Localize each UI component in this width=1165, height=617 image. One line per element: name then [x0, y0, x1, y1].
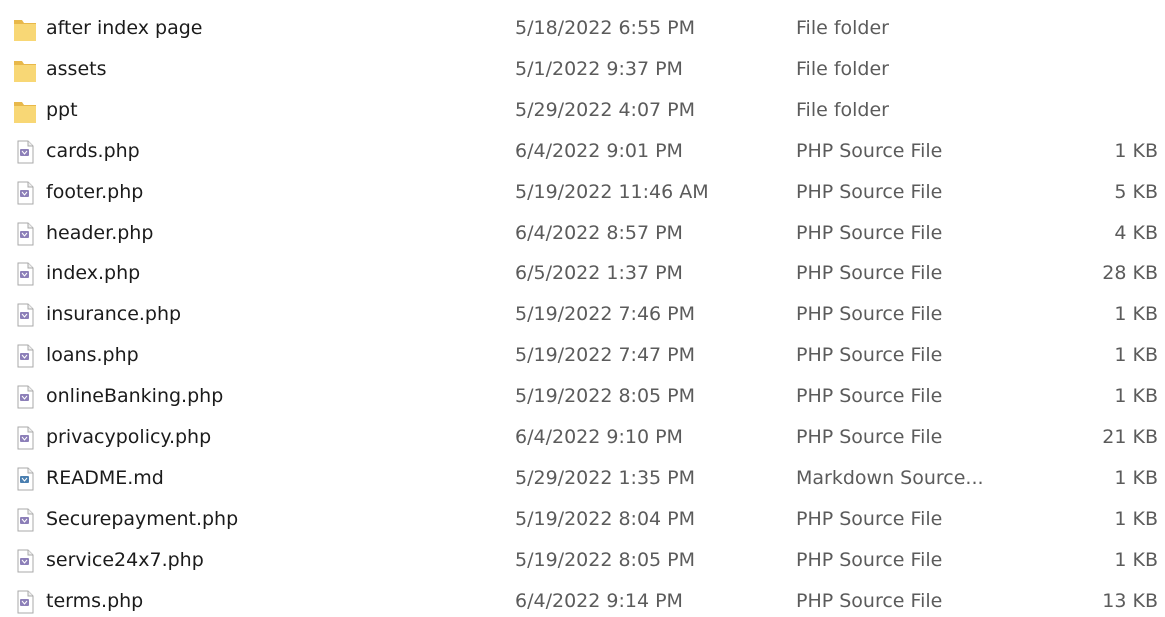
file-size: 1 KB — [1114, 140, 1158, 162]
file-row[interactable]: privacypolicy.php 6/4/2022 9:10 PM PHP Sou… — [0, 418, 1165, 459]
php-file-icon — [13, 548, 37, 574]
file-row[interactable]: footer.php 5/19/2022 11:46 AM PHP Source F… — [0, 173, 1165, 214]
file-row[interactable]: terms.php 6/4/2022 9:14 PM PHP Source File… — [0, 582, 1165, 617]
markdown-file-icon — [13, 466, 37, 492]
file-type: PHP Source File — [796, 385, 943, 407]
file-date-modified: 5/19/2022 8:04 PM — [515, 508, 696, 530]
php-file-icon — [13, 589, 37, 615]
file-date-modified: 6/4/2022 9:10 PM — [515, 426, 683, 448]
file-date-modified: 6/4/2022 9:14 PM — [515, 590, 683, 612]
file-name: Securepayment.php — [46, 508, 239, 530]
php-file-icon — [13, 221, 37, 247]
file-name: onlineBanking.php — [46, 385, 224, 407]
folder-icon — [13, 98, 37, 124]
file-date-modified: 5/19/2022 11:46 AM — [515, 181, 709, 203]
file-row[interactable]: header.php 6/4/2022 8:57 PM PHP Source Fil… — [0, 214, 1165, 255]
php-file-icon — [13, 384, 37, 410]
file-size: 21 KB — [1102, 426, 1158, 448]
file-date-modified: 5/19/2022 7:46 PM — [515, 303, 696, 325]
file-row[interactable]: insurance.php 5/19/2022 7:46 PM PHP Source… — [0, 295, 1165, 336]
file-size: 1 KB — [1114, 344, 1158, 366]
file-row[interactable]: service24x7.php 5/19/2022 8:05 PM PHP Sour… — [0, 541, 1165, 582]
php-file-icon — [13, 425, 37, 451]
file-date-modified: 5/29/2022 1:35 PM — [515, 467, 696, 489]
file-date-modified: 6/4/2022 8:57 PM — [515, 222, 683, 244]
file-row[interactable]: onlineBanking.php 5/19/2022 8:05 PM PHP So… — [0, 377, 1165, 418]
file-name: index.php — [46, 262, 141, 284]
file-row[interactable]: Securepayment.php 5/19/2022 8:04 PM PHP So… — [0, 500, 1165, 541]
file-type: PHP Source File — [796, 140, 943, 162]
php-file-icon — [13, 180, 37, 206]
file-row[interactable]: cards.php 6/4/2022 9:01 PM PHP Source File… — [0, 132, 1165, 173]
file-name: service24x7.php — [46, 549, 204, 571]
file-name: cards.php — [46, 140, 140, 162]
file-type: PHP Source File — [796, 344, 943, 366]
php-file-icon — [13, 302, 37, 328]
file-date-modified: 5/18/2022 6:55 PM — [515, 17, 696, 39]
php-file-icon — [13, 261, 37, 287]
folder-icon — [13, 57, 37, 83]
file-name: insurance.php — [46, 303, 182, 325]
file-type: PHP Source File — [796, 262, 943, 284]
file-row[interactable]: ppt 5/29/2022 4:07 PM File folder — [0, 91, 1165, 132]
file-size: 1 KB — [1114, 549, 1158, 571]
file-type: File folder — [796, 17, 889, 39]
file-type: File folder — [796, 99, 889, 121]
file-type: File folder — [796, 58, 889, 80]
file-name: privacypolicy.php — [46, 426, 212, 448]
file-date-modified: 5/29/2022 4:07 PM — [515, 99, 696, 121]
file-size: 28 KB — [1102, 262, 1158, 284]
file-size: 1 KB — [1114, 508, 1158, 530]
file-type: PHP Source File — [796, 508, 943, 530]
file-date-modified: 5/19/2022 8:05 PM — [515, 385, 696, 407]
file-size: 1 KB — [1114, 467, 1158, 489]
php-file-icon — [13, 507, 37, 533]
file-type: PHP Source File — [796, 590, 943, 612]
file-date-modified: 6/4/2022 9:01 PM — [515, 140, 683, 162]
file-date-modified: 5/19/2022 7:47 PM — [515, 344, 696, 366]
file-name: loans.php — [46, 344, 139, 366]
file-name: assets — [46, 58, 107, 80]
file-name: header.php — [46, 222, 154, 244]
file-type: PHP Source File — [796, 303, 943, 325]
file-row[interactable]: after index page 5/18/2022 6:55 PM File fo… — [0, 9, 1165, 50]
file-name: footer.php — [46, 181, 144, 203]
file-type: Markdown Source... — [796, 467, 984, 489]
file-row[interactable]: README.md 5/29/2022 1:35 PM Markdown Sourc… — [0, 459, 1165, 500]
file-row[interactable]: loans.php 5/19/2022 7:47 PM PHP Source Fil… — [0, 336, 1165, 377]
file-size: 1 KB — [1114, 385, 1158, 407]
php-file-icon — [13, 139, 37, 165]
php-file-icon — [13, 343, 37, 369]
file-type: PHP Source File — [796, 549, 943, 571]
file-date-modified: 6/5/2022 1:37 PM — [515, 262, 683, 284]
file-size: 13 KB — [1102, 590, 1158, 612]
file-name: after index page — [46, 17, 203, 39]
file-row[interactable]: index.php 6/5/2022 1:37 PM PHP Source File… — [0, 254, 1165, 295]
file-type: PHP Source File — [796, 222, 943, 244]
file-size: 4 KB — [1114, 222, 1158, 244]
file-list: after index page 5/18/2022 6:55 PM File fo… — [0, 0, 1165, 617]
file-date-modified: 5/19/2022 8:05 PM — [515, 549, 696, 571]
file-name: terms.php — [46, 590, 144, 612]
file-name: README.md — [46, 467, 164, 489]
file-type: PHP Source File — [796, 426, 943, 448]
file-date-modified: 5/1/2022 9:37 PM — [515, 58, 683, 80]
file-type: PHP Source File — [796, 181, 943, 203]
file-name: ppt — [46, 99, 78, 121]
file-size: 5 KB — [1114, 181, 1158, 203]
file-size: 1 KB — [1114, 303, 1158, 325]
folder-icon — [13, 16, 37, 42]
file-row[interactable]: assets 5/1/2022 9:37 PM File folder — [0, 50, 1165, 91]
